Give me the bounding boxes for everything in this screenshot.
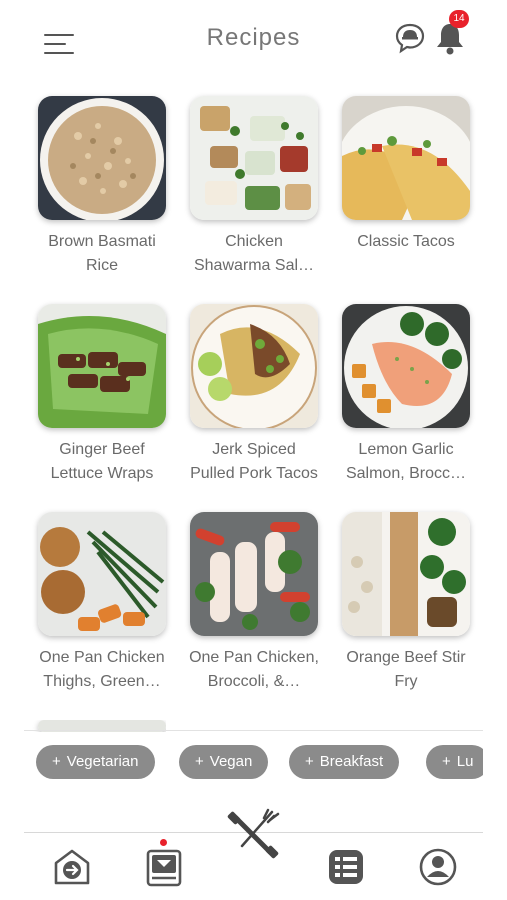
recipe-name: Ginger Beef Lettuce Wraps: [50, 441, 154, 482]
notification-badge: 14: [449, 10, 469, 28]
filter-chips-bar: + Vegetarian + Vegan + Breakfast + Lu: [24, 730, 483, 792]
recipe-book-icon[interactable]: [142, 845, 186, 889]
fitness-utensils-icon[interactable]: [224, 804, 284, 864]
recipe-card[interactable]: Orange Beef Stir Fry: [334, 512, 470, 712]
recipe-name: One Pan Chicken Thighs, Green…: [39, 649, 165, 690]
filter-chip-lunch[interactable]: + Lu: [426, 745, 483, 779]
recipe-image-jerk-pork-tacos: [190, 304, 318, 428]
recipe-name: Jerk Spiced Pulled Pork Tacos: [190, 441, 318, 482]
recipe-name: One Pan Chicken, Broccoli, &…: [189, 649, 319, 690]
recipe-card[interactable]: Jerk Spiced Pulled Pork Tacos: [182, 304, 318, 504]
recipe-image-lemon-salmon: [342, 304, 470, 428]
recipe-name: Classic Tacos: [357, 233, 455, 250]
recipe-name: Chicken Shawarma Sal…: [193, 233, 315, 274]
list-icon[interactable]: [324, 845, 368, 889]
chat-help-icon[interactable]: [394, 22, 426, 54]
recipe-image-orange-beef: [342, 512, 470, 636]
recipe-card[interactable]: Classic Tacos: [334, 96, 470, 296]
home-arrow-icon[interactable]: [50, 845, 94, 889]
recipe-name: Lemon Garlic Salmon, Brocc…: [345, 441, 467, 482]
recipe-image-chicken-broccoli: [190, 512, 318, 636]
filter-chip-breakfast[interactable]: + Breakfast: [289, 745, 400, 779]
recipe-card[interactable]: One Pan Chicken, Broccoli, &…: [182, 512, 319, 712]
header: Recipes 14: [24, 0, 483, 84]
recipe-card[interactable]: One Pan Chicken Thighs, Green…: [30, 512, 166, 712]
recipe-name: Brown Basmati Rice: [48, 233, 156, 274]
recipe-card[interactable]: Chicken Shawarma Sal…: [182, 96, 318, 296]
recipe-image-brown-rice: [38, 96, 166, 220]
recipe-image-chicken-thighs: [38, 512, 166, 636]
filter-chip-vegetarian[interactable]: + Vegetarian: [36, 745, 155, 779]
recipe-image-classic-tacos: [342, 96, 470, 220]
recipe-card[interactable]: Lemon Garlic Salmon, Brocc…: [334, 304, 470, 504]
recipe-image-chicken-shawarma: [190, 96, 318, 220]
recipe-name: Orange Beef Stir Fry: [346, 649, 466, 690]
app-screen: Recipes 14 Brown Basmati Rice Chicken Sh…: [24, 0, 483, 900]
recipe-image-ginger-beef: [38, 304, 166, 428]
recipe-card[interactable]: Ginger Beef Lettuce Wraps: [30, 304, 166, 504]
recipe-card[interactable]: Brown Basmati Rice: [30, 96, 166, 296]
profile-icon[interactable]: [416, 845, 460, 889]
filter-chip-vegan[interactable]: + Vegan: [179, 745, 269, 779]
